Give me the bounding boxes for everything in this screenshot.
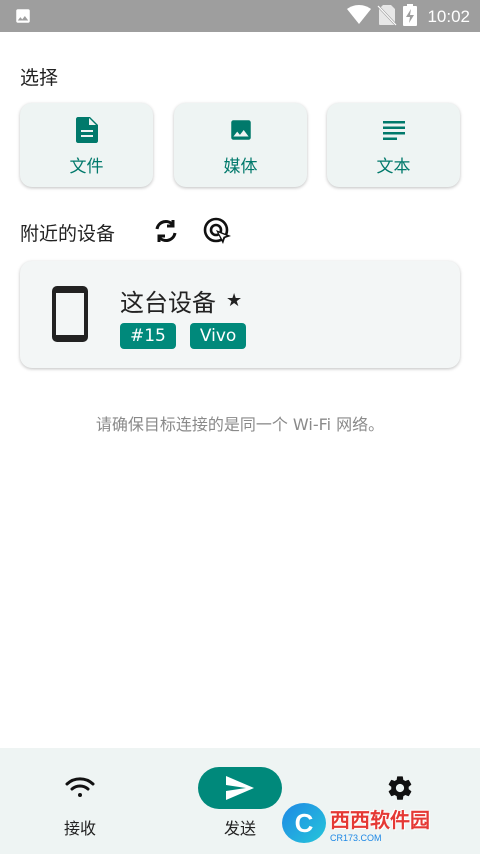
watermark-subtext: CR173.COM (330, 832, 382, 843)
wifi-icon (38, 767, 122, 809)
select-media-button[interactable]: 媒体 (174, 103, 307, 187)
device-tag-number: #15 (120, 323, 176, 349)
nav-receive[interactable]: 接收 (0, 748, 160, 854)
send-icon (198, 767, 282, 809)
status-time: 10:02 (427, 7, 470, 26)
refresh-icon[interactable] (152, 217, 180, 245)
watermark: C 西西软件园 CR173.COM (282, 800, 462, 846)
wifi-icon (347, 5, 372, 29)
select-section-title: 选择 (20, 67, 59, 89)
image-icon (14, 7, 32, 29)
phone-icon (52, 286, 88, 346)
watermark-text: 西西软件园 (330, 807, 430, 832)
wifi-hint-text: 请确保目标连接的是同一个 Wi-Fi 网络。 (95, 415, 385, 434)
select-file-button[interactable]: 文件 (20, 103, 153, 187)
file-icon (75, 117, 98, 143)
nearby-devices-title: 附近的设备 (20, 223, 116, 245)
star-icon: ★ (226, 290, 243, 311)
text-icon (382, 117, 406, 143)
device-tag-model: Vivo (189, 323, 247, 349)
select-text-label: 文本 (376, 157, 411, 177)
battery-charging-icon (403, 4, 418, 30)
image-icon (228, 117, 254, 143)
target-icon[interactable] (203, 217, 231, 245)
no-sim-icon (377, 4, 398, 30)
device-name: 这台设备 (120, 289, 216, 317)
select-file-label: 文件 (69, 157, 104, 177)
select-media-label: 媒体 (223, 157, 258, 177)
status-bar: 10:02 (0, 0, 480, 32)
watermark-logo: C (282, 803, 326, 843)
select-text-button[interactable]: 文本 (327, 103, 460, 187)
device-card[interactable]: 这台设备 ★ #15 Vivo (20, 261, 460, 368)
nav-receive-label: 接收 (63, 819, 96, 838)
